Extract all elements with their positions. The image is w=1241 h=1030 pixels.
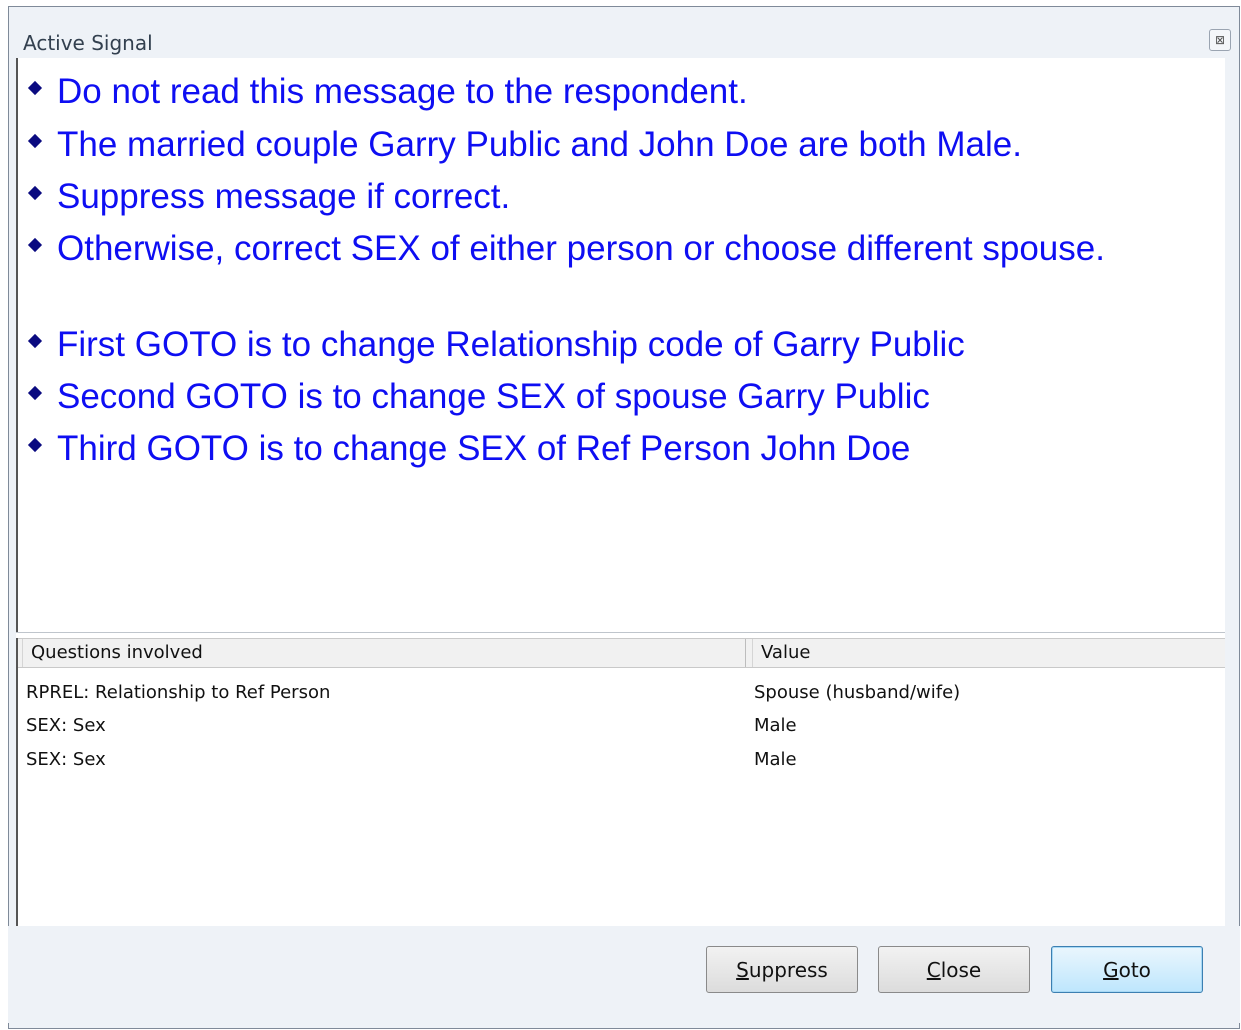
dialog-title: Active Signal (23, 31, 153, 55)
table-row[interactable]: RPREL: Relationship to Ref Person Spouse… (18, 676, 1225, 709)
bullet-icon (27, 133, 43, 149)
message-line: Do not read this message to the responde… (27, 72, 748, 112)
title-bar: Active Signal ⊠ (9, 7, 1239, 65)
bullet-icon (27, 185, 43, 201)
suppress-button[interactable]: Suppress (706, 946, 858, 993)
message-line: Suppress message if correct. (27, 177, 510, 217)
column-header-questions[interactable]: Questions involved (22, 639, 746, 667)
question-cell: SEX: Sex (26, 715, 106, 736)
close-icon[interactable]: ⊠ (1209, 29, 1231, 51)
button-bar: Suppress Close Goto (8, 926, 1240, 1023)
signal-message-panel: Do not read this message to the responde… (16, 58, 1225, 634)
question-cell: RPREL: Relationship to Ref Person (26, 682, 331, 703)
message-line: The married couple Garry Public and John… (27, 125, 1022, 165)
message-line: First GOTO is to change Relationship cod… (27, 325, 965, 365)
value-cell: Male (754, 715, 797, 736)
message-line: Second GOTO is to change SEX of spouse G… (27, 377, 930, 417)
column-header-value[interactable]: Value (752, 639, 1225, 667)
question-cell: SEX: Sex (26, 749, 106, 770)
bullet-icon (27, 237, 43, 253)
bullet-icon (27, 80, 43, 96)
value-cell: Spouse (husband/wife) (754, 682, 961, 703)
goto-button[interactable]: Goto (1051, 946, 1203, 993)
questions-grid: Questions involved Value RPREL: Relation… (16, 638, 1225, 928)
grid-header: Questions involved Value (18, 638, 1225, 668)
bullet-icon (27, 385, 43, 401)
message-line: Third GOTO is to change SEX of Ref Perso… (27, 429, 910, 469)
message-line: Otherwise, correct SEX of either person … (27, 229, 1105, 269)
close-button[interactable]: Close (878, 946, 1030, 993)
table-row[interactable]: SEX: Sex Male (18, 743, 1225, 776)
bullet-icon (27, 437, 43, 453)
table-row[interactable]: SEX: Sex Male (18, 709, 1225, 742)
bullet-icon (27, 333, 43, 349)
value-cell: Male (754, 749, 797, 770)
